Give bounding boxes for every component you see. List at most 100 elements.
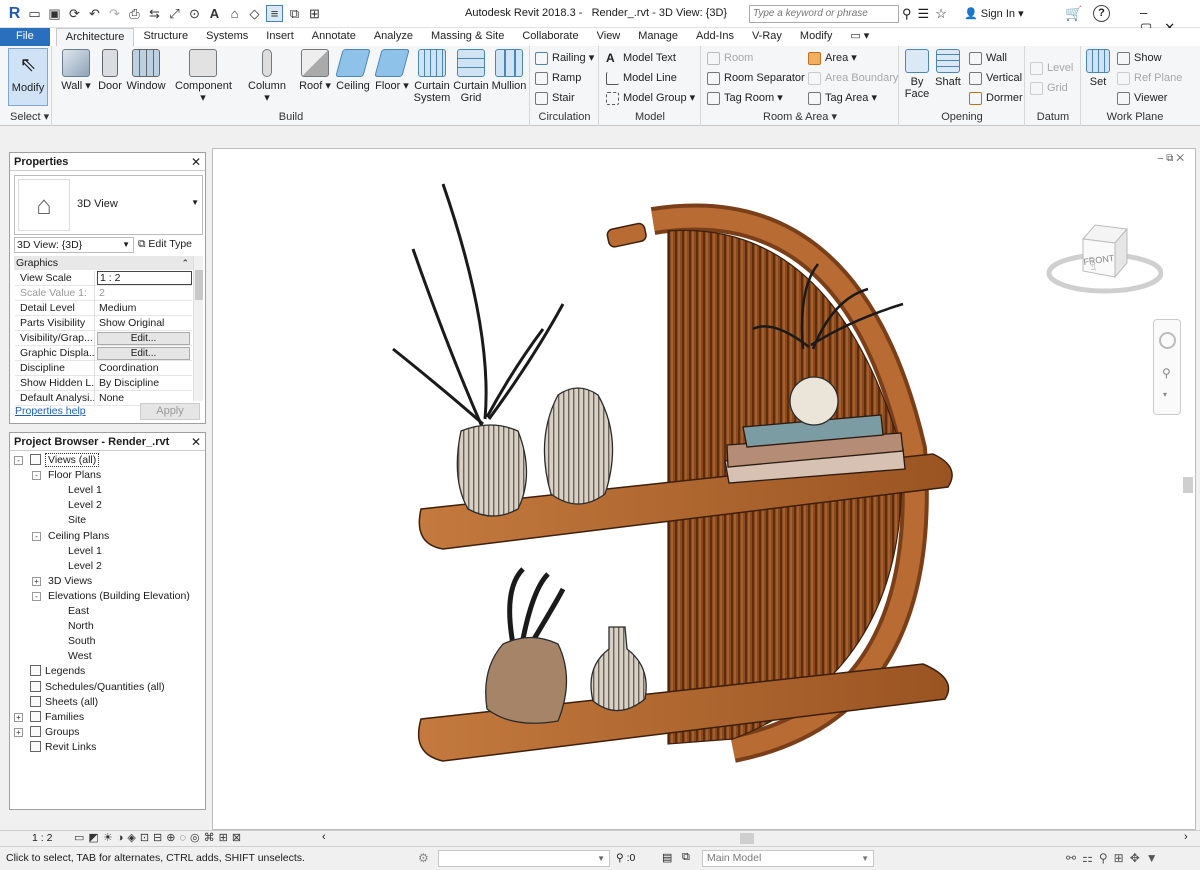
- filter-count-icon[interactable]: ▼: [1146, 851, 1164, 865]
- property-value[interactable]: Medium: [97, 301, 192, 315]
- expand-icon[interactable]: +: [32, 576, 41, 586]
- help-icon[interactable]: ?: [1093, 5, 1110, 22]
- visual-style-icon[interactable]: ◩: [88, 832, 102, 844]
- horizontal-scroll-thumb[interactable]: [740, 833, 754, 844]
- thin-lines-icon[interactable]: ≡: [266, 5, 283, 22]
- tab-add-ins[interactable]: Add-Ins: [687, 28, 743, 46]
- measure-icon[interactable]: ⇆: [146, 5, 163, 22]
- browser-view-item[interactable]: Level 2: [68, 498, 102, 513]
- revit-logo-icon[interactable]: R: [6, 5, 23, 22]
- redo-icon[interactable]: ↷: [106, 5, 123, 22]
- browser-group[interactable]: 3D Views: [48, 574, 92, 589]
- browser-view-item[interactable]: South: [68, 634, 95, 649]
- grid-button[interactable]: Grid: [1029, 80, 1068, 97]
- close-icon[interactable]: ✕: [191, 433, 201, 451]
- railing-button[interactable]: Railing ▾: [534, 50, 594, 67]
- undo-icon[interactable]: ↶: [86, 5, 103, 22]
- property-row[interactable]: View Scale 1 : 2: [15, 271, 192, 286]
- property-row[interactable]: Show Hidden L... By Discipline: [15, 376, 192, 391]
- close-hidden-icon[interactable]: ⧉: [286, 5, 303, 22]
- show-crop-icon[interactable]: ⊟: [153, 832, 166, 844]
- mullion-button[interactable]: Mullion: [489, 49, 529, 92]
- temp-hide-icon[interactable]: ◌: [179, 832, 190, 844]
- analytical-model-icon[interactable]: ⊞: [219, 832, 232, 844]
- collapse-icon[interactable]: -: [32, 591, 41, 601]
- tab-architecture[interactable]: Architecture: [55, 28, 135, 46]
- browser-view-item[interactable]: North: [68, 619, 94, 634]
- level-button[interactable]: Level: [1029, 60, 1073, 77]
- tab-analyze[interactable]: Analyze: [365, 28, 422, 46]
- property-value[interactable]: By Discipline: [97, 376, 192, 390]
- crop-view-icon[interactable]: ⊡: [140, 832, 153, 844]
- view-scale-button[interactable]: 1 : 2: [32, 832, 52, 844]
- tag-area-button[interactable]: Tag Area ▾: [807, 90, 877, 107]
- instance-filter-select[interactable]: 3D View: {3D} ▼: [14, 237, 134, 253]
- tab-annotate[interactable]: Annotate: [303, 28, 365, 46]
- property-row[interactable]: Graphic Displa... Edit...: [15, 346, 192, 361]
- ribbon-minimize-icon[interactable]: ▭ ▾: [841, 28, 878, 46]
- collapse-icon[interactable]: -: [32, 531, 41, 541]
- search-input[interactable]: Type a keyword or phrase: [749, 5, 899, 23]
- scroll-left-icon[interactable]: ‹: [322, 831, 326, 843]
- default-3d-view-icon[interactable]: ⌂: [226, 5, 243, 22]
- highlight-displacement-icon[interactable]: ⊠: [232, 832, 245, 844]
- drawing-area-3d-view[interactable]: –⧉✕ FRONT LEFT ⚲ ▾: [212, 148, 1196, 830]
- design-option-select[interactable]: Main Model ▼: [702, 850, 874, 867]
- tab-collaborate[interactable]: Collaborate: [513, 28, 587, 46]
- sun-path-icon[interactable]: ☀: [103, 832, 117, 844]
- browser-group[interactable]: Elevations (Building Elevation): [48, 589, 190, 604]
- minimize-icon[interactable]: –: [1140, 5, 1159, 20]
- shadows-icon[interactable]: ◑: [117, 832, 128, 844]
- browser-view-item[interactable]: East: [68, 604, 89, 619]
- area-button[interactable]: Area ▾: [807, 50, 857, 67]
- room-button[interactable]: Room: [706, 50, 753, 67]
- property-row[interactable]: Parts Visibility Show Original: [15, 316, 192, 331]
- properties-help-link[interactable]: Properties help: [15, 405, 86, 417]
- tab-systems[interactable]: Systems: [197, 28, 257, 46]
- tag-room-button[interactable]: Tag Room ▾: [706, 90, 783, 107]
- window-button[interactable]: Window: [126, 49, 166, 92]
- tab-v-ray[interactable]: V-Ray: [743, 28, 791, 46]
- edit-button[interactable]: Edit...: [97, 332, 190, 345]
- browser-category[interactable]: Groups: [30, 725, 79, 740]
- worksharing-icon[interactable]: ⌘: [204, 832, 219, 844]
- tab-modify[interactable]: Modify: [791, 28, 841, 46]
- render-icon[interactable]: ◈: [127, 832, 139, 844]
- browser-category[interactable]: Families: [30, 710, 84, 725]
- edit-button[interactable]: Edit...: [97, 347, 190, 360]
- property-row[interactable]: Scale Value 1: 2: [15, 286, 192, 301]
- scroll-right-icon[interactable]: ›: [1184, 831, 1188, 843]
- apply-button[interactable]: Apply: [140, 403, 200, 420]
- save-icon[interactable]: ▣: [46, 5, 63, 22]
- browser-view-item[interactable]: Level 2: [68, 559, 102, 574]
- tab-manage[interactable]: Manage: [629, 28, 687, 46]
- ceiling-button[interactable]: Ceiling: [333, 49, 373, 92]
- select-dropdown[interactable]: Select ▾: [0, 110, 51, 123]
- open-icon[interactable]: ▭: [26, 5, 43, 22]
- expand-icon[interactable]: +: [14, 727, 23, 737]
- browser-view-item[interactable]: West: [68, 649, 92, 664]
- tab-view[interactable]: View: [588, 28, 630, 46]
- property-value[interactable]: Coordination: [97, 361, 192, 375]
- print-icon[interactable]: ⎙: [126, 5, 143, 22]
- browser-category[interactable]: Sheets (all): [30, 695, 98, 710]
- browser-category[interactable]: Legends: [30, 664, 85, 679]
- stair-button[interactable]: Stair: [534, 90, 575, 107]
- favorites-icon[interactable]: ☆: [935, 6, 953, 21]
- section-icon[interactable]: ◇: [246, 5, 263, 22]
- viewer-button[interactable]: Viewer: [1116, 90, 1167, 107]
- set-button[interactable]: Set: [1082, 49, 1114, 88]
- text-icon[interactable]: A: [206, 5, 223, 22]
- select-by-face-icon[interactable]: ⊞: [1114, 851, 1130, 865]
- scrollbar-thumb[interactable]: [195, 270, 203, 300]
- show-button[interactable]: Show: [1116, 50, 1162, 67]
- collapse-icon[interactable]: -: [32, 471, 41, 481]
- binoculars-icon[interactable]: ⚲: [902, 6, 918, 21]
- tab-file[interactable]: File: [0, 28, 50, 46]
- curtain-system-button[interactable]: Curtain System: [412, 49, 452, 104]
- by-face-button[interactable]: By Face: [902, 49, 932, 100]
- workset-select[interactable]: ▼: [438, 850, 610, 867]
- drag-elements-icon[interactable]: ✥: [1130, 851, 1146, 865]
- ref-plane-button[interactable]: Ref Plane: [1116, 70, 1182, 87]
- expand-icon[interactable]: +: [14, 712, 23, 722]
